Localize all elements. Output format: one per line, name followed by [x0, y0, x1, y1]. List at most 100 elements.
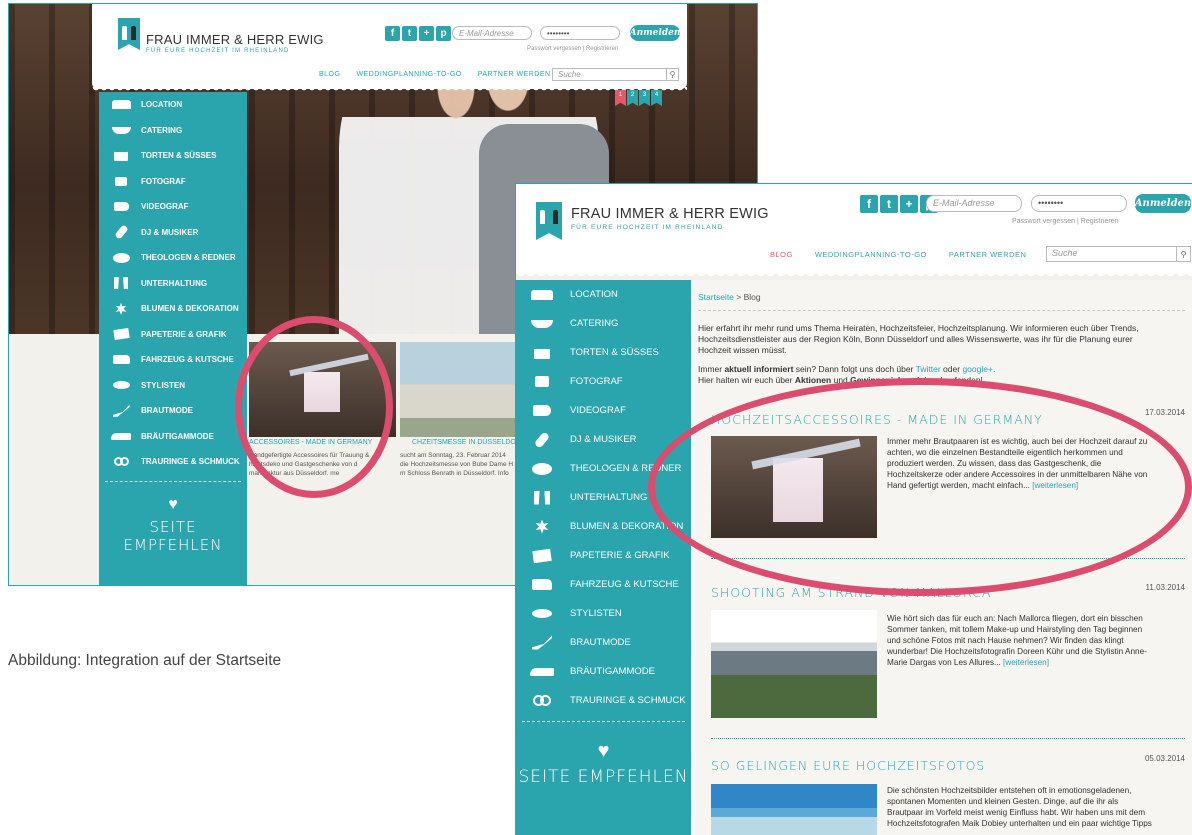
login-button[interactable]: Anmelden — [630, 25, 680, 41]
sidebar-item-torten-süsses[interactable]: TORTEN & SÜSSES — [99, 143, 247, 169]
sidebar-item-dj-musiker[interactable]: DJ & MUSIKER — [516, 425, 691, 454]
sidebar-item-unterhaltung[interactable]: UNTERHALTUNG — [99, 271, 247, 297]
post-image-photos[interactable] — [711, 784, 877, 835]
teaser-title-accessories[interactable]: ACCESSOIRES - MADE IN GERMANY — [249, 439, 372, 446]
post-excerpt: Wie hört sich das für euch an: Nach Mall… — [887, 613, 1147, 668]
sidebar-item-label: STYLISTEN — [141, 380, 186, 390]
sidebar-item-papeterie-grafik[interactable]: PAPETERIE & GRAFIK — [99, 322, 247, 348]
googleplus-link[interactable]: google+ — [962, 364, 993, 374]
pinterest-icon[interactable]: p — [436, 26, 451, 41]
sidebar-item-bräutigammode[interactable]: BRÄUTIGAMMODE — [516, 657, 691, 686]
sidebar-item-theologen-redner[interactable]: THEOLOGEN & REDNER — [516, 454, 691, 483]
search-input[interactable]: Suche ⚲ — [1046, 246, 1191, 262]
sidebar-item-fahrzeug-kutsche[interactable]: FAHRZEUG & KUTSCHE — [99, 347, 247, 373]
twitter-link[interactable]: Twitter — [916, 364, 941, 374]
password-field[interactable]: •••••••• — [1031, 195, 1127, 212]
post-image-accessories[interactable] — [711, 436, 877, 538]
site-header: FRAU IMMER & HERR EWIG FÜR EURE HOCHZEIT… — [92, 4, 687, 93]
high-heel-icon — [528, 633, 556, 653]
post-date: 17.03.2014 — [1144, 408, 1185, 417]
sidebar-item-videograf[interactable]: VIDEOGRAF — [99, 194, 247, 220]
facebook-icon[interactable]: f — [385, 26, 400, 41]
category-sidebar: LOCATION CATERING TORTEN & SÜSSES FOTOGRAF V… — [516, 280, 691, 835]
teaser-image-accessories[interactable] — [249, 342, 396, 437]
sidebar-item-label: PAPETERIE & GRAFIK — [141, 329, 227, 339]
sidebar-item-trauringe-schmuck[interactable]: TRAURINGE & SCHMUCK — [516, 686, 691, 715]
sidebar-item-torten-süsses[interactable]: TORTEN & SÜSSES — [516, 338, 691, 367]
excerpt-end: Hand gefertigt werden, macht einfach... — [887, 481, 1030, 490]
sidebar-item-bräutigammode[interactable]: BRÄUTIGAMMODE — [99, 424, 247, 450]
register-link[interactable]: Registrieren — [1081, 218, 1119, 225]
search-icon[interactable]: ⚲ — [1176, 247, 1190, 261]
slider-page-4[interactable]: 4 — [651, 90, 662, 106]
email-field[interactable]: E-Mail-Adresse — [452, 26, 532, 40]
logo-icon[interactable] — [118, 18, 140, 50]
post-title[interactable]: SHOOTING AM STRAND VON MALLORCA — [711, 585, 991, 600]
twitter-icon[interactable]: t — [880, 195, 898, 213]
teaser-title-messe[interactable]: CHZEITSMESSE IN DÜSSELDO — [412, 439, 516, 446]
nav-partner[interactable]: PARTNER WERDEN — [478, 71, 551, 78]
slider-page-1[interactable]: 1 — [615, 90, 626, 106]
post-image-beach[interactable] — [711, 610, 877, 718]
search-icon[interactable]: ⚲ — [666, 69, 678, 80]
sidebar-item-location[interactable]: LOCATION — [99, 92, 247, 118]
curtain-icon — [528, 488, 556, 508]
sidebar-item-theologen-redner[interactable]: THEOLOGEN & REDNER — [99, 245, 247, 271]
logo-icon[interactable] — [536, 202, 562, 240]
sidebar-item-videograf[interactable]: VIDEOGRAF — [516, 396, 691, 425]
password-forgot-link[interactable]: Passwort vergessen — [527, 46, 581, 52]
googleplus-icon[interactable]: + — [419, 26, 434, 41]
sidebar-item-location[interactable]: LOCATION — [516, 280, 691, 309]
teaser-text-messe: sucht am Sonntag, 23. Februar 2014 die H… — [400, 451, 513, 478]
sidebar-item-catering[interactable]: CATERING — [99, 118, 247, 144]
read-more-link[interactable]: [weiterlesen] — [1003, 658, 1049, 667]
sidebar-item-trauringe-schmuck[interactable]: TRAURINGE & SCHMUCK — [99, 449, 247, 475]
sidebar-item-brautmode[interactable]: BRAUTMODE — [516, 628, 691, 657]
logo-title[interactable]: FRAU IMMER & HERR EWIG — [571, 206, 769, 222]
googleplus-icon[interactable]: + — [900, 195, 918, 213]
intro-line: Hochzeit wissen müsst. — [698, 345, 787, 355]
sidebar-item-fahrzeug-kutsche[interactable]: FAHRZEUG & KUTSCHE — [516, 570, 691, 599]
sidebar-item-blumen-dekoration[interactable]: BLUMEN & DEKORATION — [516, 512, 691, 541]
heart-icon[interactable]: ♥ — [99, 496, 247, 514]
password-forgot-link[interactable]: Passwort vergessen — [1012, 218, 1075, 225]
sidebar-item-stylisten[interactable]: STYLISTEN — [99, 373, 247, 399]
breadcrumb-home-link[interactable]: Startseite — [698, 292, 734, 302]
nav-blog[interactable]: BLOG — [319, 71, 340, 78]
sidebar-item-brautmode[interactable]: BRAUTMODE — [99, 398, 247, 424]
sidebar-item-papeterie-grafik[interactable]: PAPETERIE & GRAFIK — [516, 541, 691, 570]
logo-title[interactable]: FRAU IMMER & HERR EWIG — [146, 32, 324, 47]
heart-icon[interactable]: ♥ — [516, 740, 691, 763]
recommend-link[interactable]: SEITE EMPFEHLEN — [99, 518, 247, 554]
recommend-link[interactable]: SEITE EMPFEHLEN — [516, 767, 691, 787]
facebook-icon[interactable]: f — [860, 195, 878, 213]
guitar-icon — [528, 430, 556, 450]
nav-partner[interactable]: PARTNER WERDEN — [949, 250, 1027, 259]
sidebar-item-label: STYLISTEN — [570, 608, 622, 619]
account-links: Passwort vergessen | Registrieren — [1012, 218, 1119, 225]
password-field[interactable]: •••••••• — [540, 26, 620, 40]
email-field[interactable]: E-Mail-Adresse — [926, 195, 1022, 212]
nav-blog[interactable]: BLOG — [770, 250, 793, 259]
sidebar-item-label: FOTOGRAF — [141, 176, 186, 186]
sidebar-item-label: BRÄUTIGAMMODE — [141, 431, 214, 441]
sidebar-item-blumen-dekoration[interactable]: BLUMEN & DEKORATION — [99, 296, 247, 322]
nav-weddingplanning[interactable]: WEDDINGPLANNING-TO-GO — [815, 250, 927, 259]
read-more-link[interactable]: [weiterlesen] — [1032, 481, 1078, 490]
nav-weddingplanning[interactable]: WEDDINGPLANNING-TO-GO — [356, 71, 461, 78]
sidebar-item-dj-musiker[interactable]: DJ & MUSIKER — [99, 220, 247, 246]
excerpt-line: produziert werden. Zu wissen, dass das G… — [887, 459, 1102, 468]
post-title[interactable]: SO GELINGEN EURE HOCHZEITSFOTOS — [711, 758, 985, 773]
sidebar-item-unterhaltung[interactable]: UNTERHALTUNG — [516, 483, 691, 512]
login-button[interactable]: Anmelden — [1135, 194, 1191, 213]
slider-page-2[interactable]: 2 — [627, 90, 638, 106]
sidebar-item-fotograf[interactable]: FOTOGRAF — [99, 169, 247, 195]
sidebar-item-stylisten[interactable]: STYLISTEN — [516, 599, 691, 628]
twitter-icon[interactable]: t — [402, 26, 417, 41]
sidebar-item-fotograf[interactable]: FOTOGRAF — [516, 367, 691, 396]
register-link[interactable]: Registrieren — [586, 46, 618, 52]
sidebar-item-catering[interactable]: CATERING — [516, 309, 691, 338]
slider-page-3[interactable]: 3 — [639, 90, 650, 106]
post-title[interactable]: HOCHZEITSACCESSOIRES - MADE IN GERMANY — [711, 412, 1043, 427]
search-input[interactable]: Suche ⚲ — [552, 68, 679, 81]
